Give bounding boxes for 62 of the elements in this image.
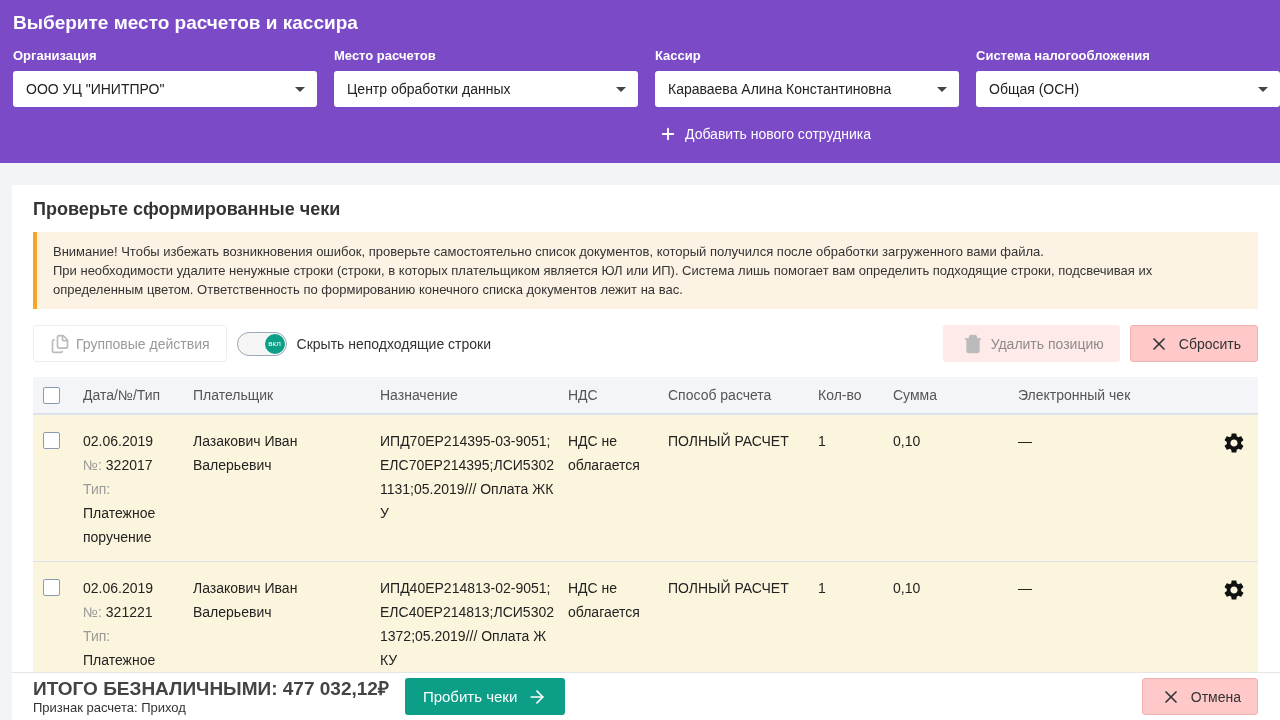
type-label: Тип: — [83, 480, 112, 499]
settings-icon[interactable] — [1222, 578, 1246, 602]
vat-cell-text: НДС не облагается — [568, 579, 641, 622]
column-header: Назначение — [380, 387, 459, 403]
column-header: Способ расчета — [668, 387, 773, 403]
column-header: Кол-во — [818, 387, 863, 403]
receipt-cell-text: — — [1018, 432, 1033, 451]
trash-icon — [962, 333, 983, 354]
total-text: ИТОГО БЕЗНАЛИЧНЫМИ: 477 032,12₽ — [33, 678, 389, 700]
payer-cell-text: Лазакович Иван Валерьевич — [193, 432, 299, 475]
column-header: Сумма — [893, 387, 938, 403]
reset-button[interactable]: Сбросить — [1129, 325, 1258, 362]
add-employee-link[interactable]: Добавить нового сотрудника — [659, 125, 959, 143]
column-header: Плательщик — [193, 387, 275, 403]
field-label: Организация — [13, 48, 98, 63]
method-cell-text: ПОЛНЫЙ РАСЧЕТ — [668, 578, 790, 598]
settings-icon[interactable] — [1222, 431, 1246, 455]
toggle-label: Скрыть неподходящие строки — [296, 335, 492, 352]
documents-icon — [50, 333, 70, 354]
select-field[interactable]: Общая (ОСН) — [976, 71, 1280, 107]
select-field[interactable]: Центр обработки данных — [334, 71, 638, 107]
warning-text: Внимание! Чтобы избежать возникновения ошибок, проверьте самостоятельно список документов, который получился после обработки загруженного вами файла. — [53, 243, 1045, 261]
page-title: Выберите место расчетов и кассира — [13, 12, 359, 34]
vat-cell-text: НДС не облагается — [568, 432, 641, 475]
sum-cell-text: 0,10 — [893, 432, 922, 451]
select-field[interactable]: ООО УЦ "ИНИТПРО" — [13, 71, 317, 107]
section-title: Проверьте сформированные чеки — [33, 199, 342, 220]
field-label: Система налогообложения — [976, 48, 1151, 63]
column-header: Электронный чек — [1018, 387, 1132, 403]
number-text: 321221 — [105, 604, 153, 620]
type-label: Тип: — [83, 627, 112, 646]
quantity-cell-text: 1 — [818, 579, 827, 598]
receipt-cell-text: — — [1018, 579, 1033, 598]
select-field[interactable]: Караваева Алина Константиновна — [655, 71, 959, 107]
plus-icon — [659, 125, 677, 143]
payer-cell-text: Лазакович Иван Валерьевич — [193, 579, 299, 622]
caret-icon — [1258, 86, 1268, 92]
method-cell-text: ПОЛНЫЙ РАСЧЕТ — [668, 431, 790, 451]
checkbox[interactable] — [43, 432, 60, 449]
date-text: 02.06.2019 — [83, 579, 155, 598]
field-label: Место расчетов — [334, 48, 437, 63]
checkbox[interactable] — [43, 386, 60, 404]
column-header: Дата/№/Тип — [83, 387, 162, 403]
sum-cell-text: 0,10 — [893, 579, 922, 598]
field-label: Кассир — [655, 48, 702, 63]
cancel-button[interactable]: Отмена — [1141, 678, 1258, 715]
payment-sign-text: Признак расчета: Приход — [33, 700, 187, 715]
type-text: Платежное — [83, 651, 157, 670]
caret-icon — [616, 86, 626, 92]
quantity-cell-text: 1 — [818, 432, 827, 451]
type-text: Платежное поручение — [83, 504, 157, 547]
caret-icon — [937, 86, 947, 92]
number-text: 322017 — [105, 457, 153, 473]
column-header: НДС — [568, 387, 599, 403]
date-text: 02.06.2019 — [83, 432, 155, 451]
checkbox[interactable] — [43, 579, 60, 596]
number-label: №: — [83, 457, 102, 473]
warning-text: При необходимости удалите ненужные строки (строки, в которых плательщиком является ЮЛ или ИП). Система лишь помогает вам определить подходящие строки, подсвечивая их определенным цветом. Ответственность по формированию конечного списка документов лежит на вас. — [53, 262, 1154, 299]
purpose-cell-text: ИПД40ЕР214813-02-9051;ЕЛС40ЕР214813;ЛСИ53021372;05.2019/// Оплата ЖКУ — [380, 579, 555, 670]
caret-icon — [295, 86, 305, 92]
purpose-cell-text: ИПД70ЕР214395-03-9051;ЕЛС70ЕР214395;ЛСИ53021131;05.2019/// Оплата ЖКУ — [380, 432, 555, 523]
number-label: №: — [83, 604, 102, 620]
